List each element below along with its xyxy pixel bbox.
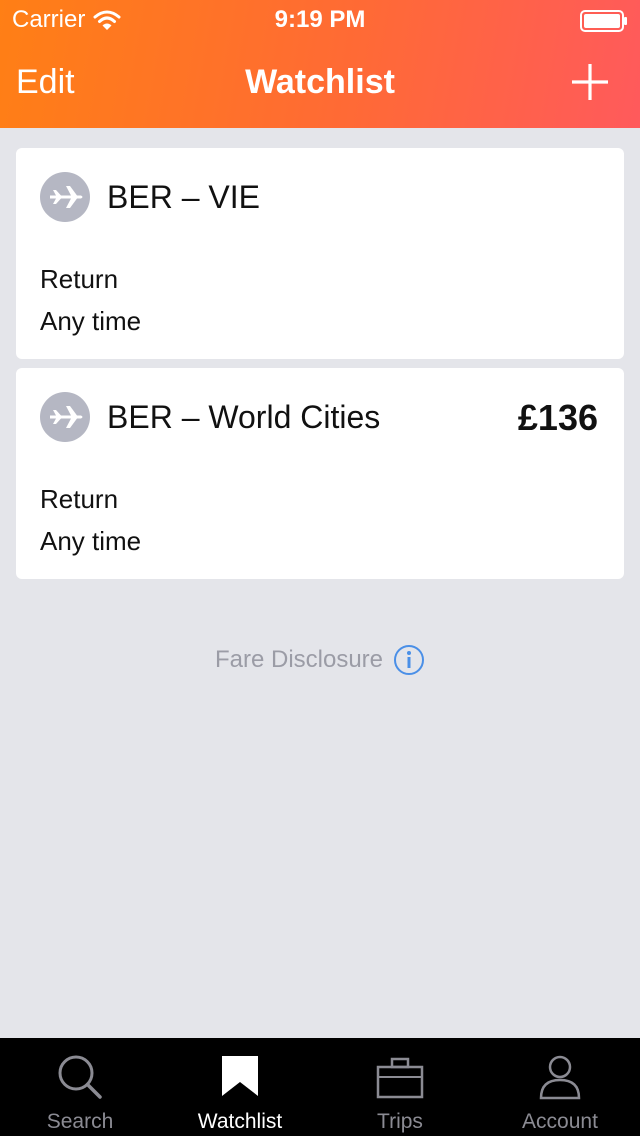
bookmark-icon	[222, 1056, 258, 1096]
app-header: Carrier 9:19 PM Edit Watchlist	[0, 0, 640, 128]
trip-type-label: Return	[40, 264, 119, 294]
fare-disclosure-label: Fare Disclosure	[214, 646, 384, 673]
watchlist-content: BER – VIE Return Any time BER – World Ci…	[0, 128, 640, 1038]
watchlist-card[interactable]: BER – World Cities £136 Return Any time	[16, 368, 624, 579]
route-label: BER – World Cities	[107, 399, 381, 435]
status-bar: Carrier 9:19 PM	[0, 0, 640, 40]
status-time: 9:19 PM	[274, 6, 366, 33]
tab-label: Watchlist	[197, 1110, 283, 1133]
airplane-icon	[40, 392, 90, 442]
page-title: Watchlist	[245, 63, 395, 101]
tab-label: Trips	[377, 1110, 423, 1133]
watchlist-card[interactable]: BER – VIE Return Any time	[16, 148, 624, 359]
fare-disclosure-link[interactable]: Fare Disclosure	[0, 644, 640, 676]
route-label: BER – VIE	[107, 179, 260, 215]
search-icon	[58, 1055, 102, 1099]
plus-icon[interactable]	[570, 62, 610, 102]
trip-time-label: Any time	[40, 306, 142, 336]
battery-icon	[580, 10, 627, 32]
tab-label: Account	[522, 1110, 598, 1133]
tab-search[interactable]: Search	[0, 1038, 160, 1136]
info-icon[interactable]	[393, 644, 425, 676]
tab-account[interactable]: Account	[480, 1038, 640, 1136]
trip-type-label: Return	[40, 484, 119, 514]
tab-watchlist[interactable]: Watchlist	[160, 1038, 320, 1136]
person-icon	[539, 1055, 581, 1100]
tab-label: Search	[46, 1110, 114, 1133]
airplane-icon	[40, 172, 90, 222]
tab-trips[interactable]: Trips	[320, 1038, 480, 1136]
trip-time-label: Any time	[40, 526, 142, 556]
tab-bar: Search Watchlist Trips Account	[0, 1038, 640, 1136]
briefcase-icon	[376, 1057, 424, 1099]
price-label: £136	[517, 397, 598, 438]
navigation-bar: Edit Watchlist	[0, 40, 640, 128]
